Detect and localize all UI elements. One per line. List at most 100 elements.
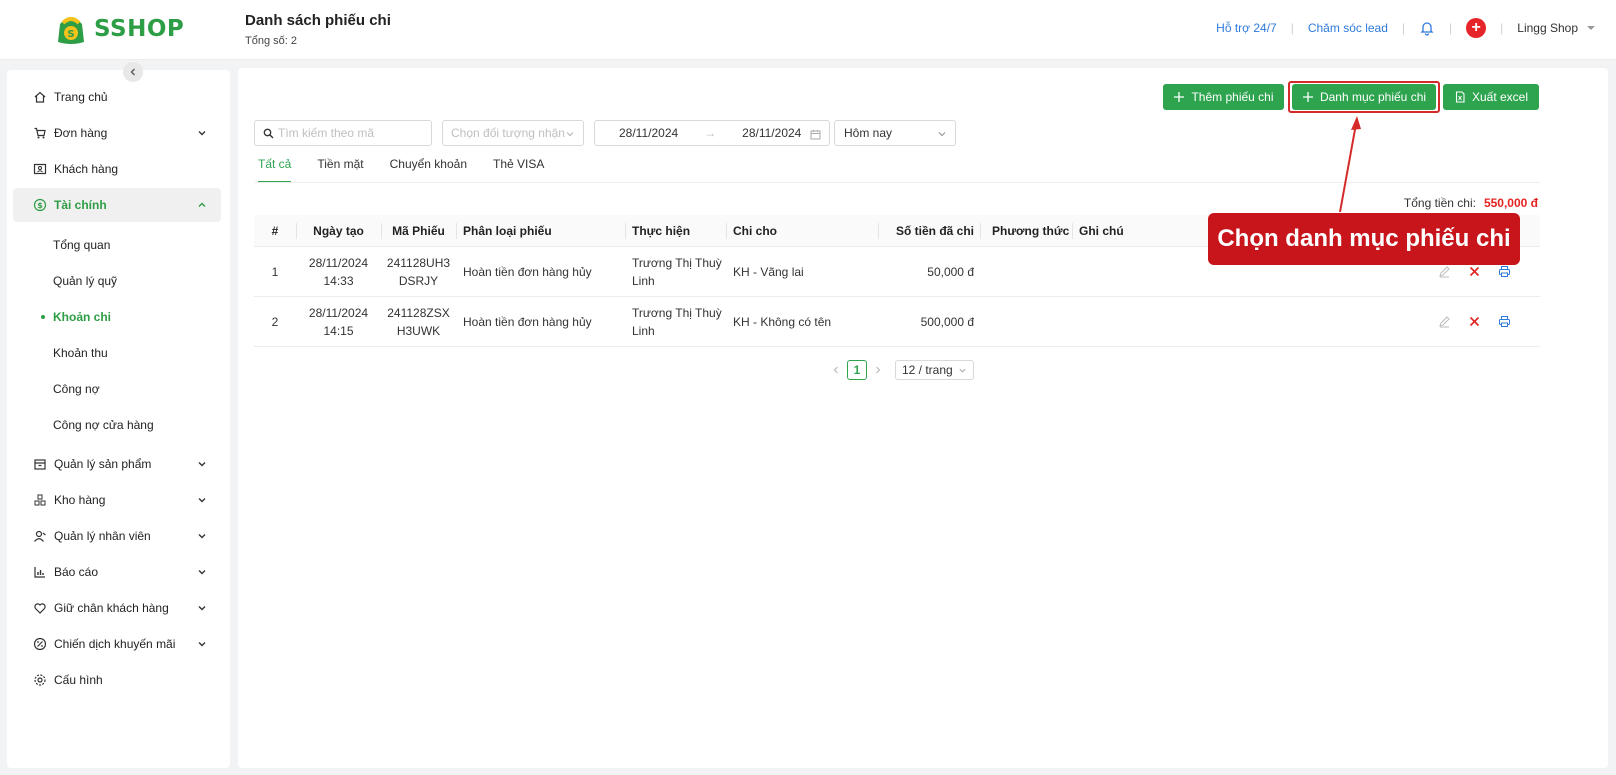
- page-number-current[interactable]: 1: [847, 360, 867, 380]
- sidebar-subitem-fund[interactable]: Quản lý quỹ: [53, 274, 117, 288]
- staff-icon: [34, 530, 46, 542]
- active-dot: [41, 315, 45, 319]
- sidebar-item-label: Kho hàng: [54, 493, 106, 507]
- edit-icon[interactable]: [1438, 265, 1451, 278]
- plus-icon: [1174, 92, 1185, 102]
- col-created: Ngày tạo: [313, 223, 364, 238]
- chevron-left-icon[interactable]: [831, 365, 841, 375]
- page-size-select[interactable]: 12 / trang: [895, 360, 974, 380]
- shop-name[interactable]: Lingg Shop: [1517, 21, 1578, 35]
- sidebar-item-orders[interactable]: Đơn hàng: [13, 116, 221, 150]
- row-index: 1: [271, 264, 279, 279]
- table-row[interactable]: 2 28/11/2024 14:15 241128ZSX H3UWK Hoàn …: [254, 297, 1540, 347]
- delete-icon[interactable]: [1468, 315, 1481, 328]
- chevron-down-icon: [566, 132, 574, 137]
- col-index: #: [271, 223, 279, 238]
- sidebar-item-warehouse[interactable]: Kho hàng: [13, 483, 221, 517]
- bar-chart-icon: [34, 567, 45, 578]
- collapse-sidebar-button[interactable]: [123, 62, 143, 82]
- tab-visa[interactable]: Thẻ VISA: [493, 157, 544, 183]
- row-method: [992, 297, 1076, 346]
- divider: [980, 223, 981, 239]
- row-code-line: 241128UH3: [386, 255, 451, 270]
- row-performed: Trương Thị Thuỳ Linh: [632, 247, 727, 296]
- period-select[interactable]: Hôm nay: [834, 120, 956, 146]
- sidebar-subitem-debt[interactable]: Công nợ: [53, 382, 100, 396]
- sidebar-item-finance[interactable]: $ Tài chính: [13, 188, 221, 222]
- sidebar-item-staff[interactable]: Quản lý nhân viên: [13, 519, 221, 553]
- total-label: Tổng tiền chi:: [1403, 196, 1476, 210]
- divider: |: [1290, 21, 1294, 35]
- row-note: [1079, 297, 1159, 346]
- date-to[interactable]: 28/11/2024: [742, 126, 801, 140]
- export-excel-button[interactable]: Xuất excel: [1443, 84, 1539, 110]
- delete-icon[interactable]: [1468, 265, 1481, 278]
- row-created: 28/11/2024 14:33: [296, 247, 381, 296]
- sidebar-subitem-store-debt[interactable]: Công nợ cửa hàng: [53, 418, 154, 432]
- search-input[interactable]: Tìm kiếm theo mã: [254, 120, 432, 146]
- brand-logo[interactable]: S SSHOP: [54, 12, 184, 46]
- edit-icon[interactable]: [1438, 315, 1451, 328]
- sidebar-item-home[interactable]: Trang chủ: [13, 80, 221, 114]
- button-label: Xuất excel: [1471, 90, 1529, 104]
- sidebar-item-promotions[interactable]: Chiến dịch khuyến mãi: [13, 627, 221, 661]
- row-code[interactable]: 241128ZSX H3UWK: [381, 297, 456, 346]
- row-pay-to: KH - Vãng lai: [733, 264, 804, 279]
- sidebar-item-customers[interactable]: Khách hàng: [13, 152, 221, 186]
- row-performer-line: Linh: [632, 323, 655, 338]
- highlight-frame: [1288, 81, 1440, 113]
- header-actions: Hỗ trợ 24/7 | Chăm sóc lead | | + | Ling…: [1216, 18, 1596, 38]
- sidebar-subitem-overview[interactable]: Tổng quan: [53, 238, 110, 252]
- date-from[interactable]: 28/11/2024: [619, 126, 678, 140]
- print-icon[interactable]: [1498, 315, 1511, 328]
- heart-icon: [34, 603, 46, 614]
- chevron-down-icon: [198, 642, 206, 647]
- sidebar-subitem-income[interactable]: Khoản thu: [53, 346, 108, 360]
- sidebar-item-label: Đơn hàng: [54, 126, 108, 140]
- chevron-down-icon: [959, 368, 966, 373]
- row-code-line: 241128ZSX: [387, 305, 450, 320]
- row-code[interactable]: 241128UH3 DSRJY: [381, 247, 456, 296]
- chevron-right-icon[interactable]: [873, 365, 883, 375]
- tab-transfer[interactable]: Chuyển khoản: [390, 157, 467, 183]
- sidebar-item-label: Quản lý sản phẩm: [54, 457, 152, 471]
- col-amount: Số tiền đã chi: [895, 223, 974, 238]
- chevron-down-icon[interactable]: [1586, 23, 1596, 33]
- sidebar-subitem-expenses[interactable]: Khoản chi: [53, 310, 111, 324]
- row-code-line: H3UWK: [396, 323, 441, 338]
- payment-tabs: Tất cả Tiền mặt Chuyển khoản Thẻ VISA: [258, 157, 570, 183]
- col-performed: Thực hiện: [632, 223, 691, 238]
- sidebar-item-reports[interactable]: Báo cáo: [13, 555, 221, 589]
- cart-icon: [34, 127, 46, 139]
- tab-cash[interactable]: Tiền mặt: [317, 157, 363, 183]
- box-icon: [34, 459, 46, 470]
- sidebar-item-retention[interactable]: Giữ chân khách hàng: [13, 591, 221, 625]
- add-expense-button[interactable]: Thêm phiếu chi: [1163, 84, 1284, 110]
- row-method: [992, 247, 1076, 296]
- support-link[interactable]: Hỗ trợ 24/7: [1216, 21, 1277, 35]
- row-date: 28/11/2024: [308, 255, 369, 270]
- row-date: 28/11/2024: [308, 305, 369, 320]
- bell-icon[interactable]: [1419, 20, 1435, 36]
- row-note: [1079, 247, 1159, 296]
- gear-icon: [34, 674, 46, 686]
- lead-care-link[interactable]: Chăm sóc lead: [1308, 21, 1388, 35]
- col-code: Mã Phiếu: [392, 223, 445, 238]
- divider: [625, 223, 626, 239]
- col-pay-to: Chi cho: [733, 223, 777, 238]
- page-size-value: 12 / trang: [902, 363, 953, 377]
- print-icon[interactable]: [1498, 265, 1511, 278]
- sidebar-item-settings[interactable]: Cấu hình: [13, 663, 221, 697]
- tab-all[interactable]: Tất cả: [258, 157, 292, 183]
- divider: |: [1401, 21, 1406, 35]
- sidebar-item-products[interactable]: Quản lý sản phẩm: [13, 447, 221, 481]
- sidebar: Trang chủ Đơn hàng Khách hàng $ Tài chín…: [7, 62, 230, 768]
- warehouse-icon: [34, 494, 46, 506]
- date-range-picker[interactable]: 28/11/2024 → 28/11/2024: [594, 120, 830, 146]
- quick-add-icon[interactable]: +: [1466, 18, 1487, 38]
- row-amount: 500,000 đ: [920, 314, 974, 329]
- chevron-down-icon: [198, 534, 206, 539]
- recipient-select[interactable]: Chọn đối tượng nhận: [442, 120, 584, 146]
- row-performer-line: Linh: [632, 273, 655, 288]
- divider: [1072, 223, 1073, 239]
